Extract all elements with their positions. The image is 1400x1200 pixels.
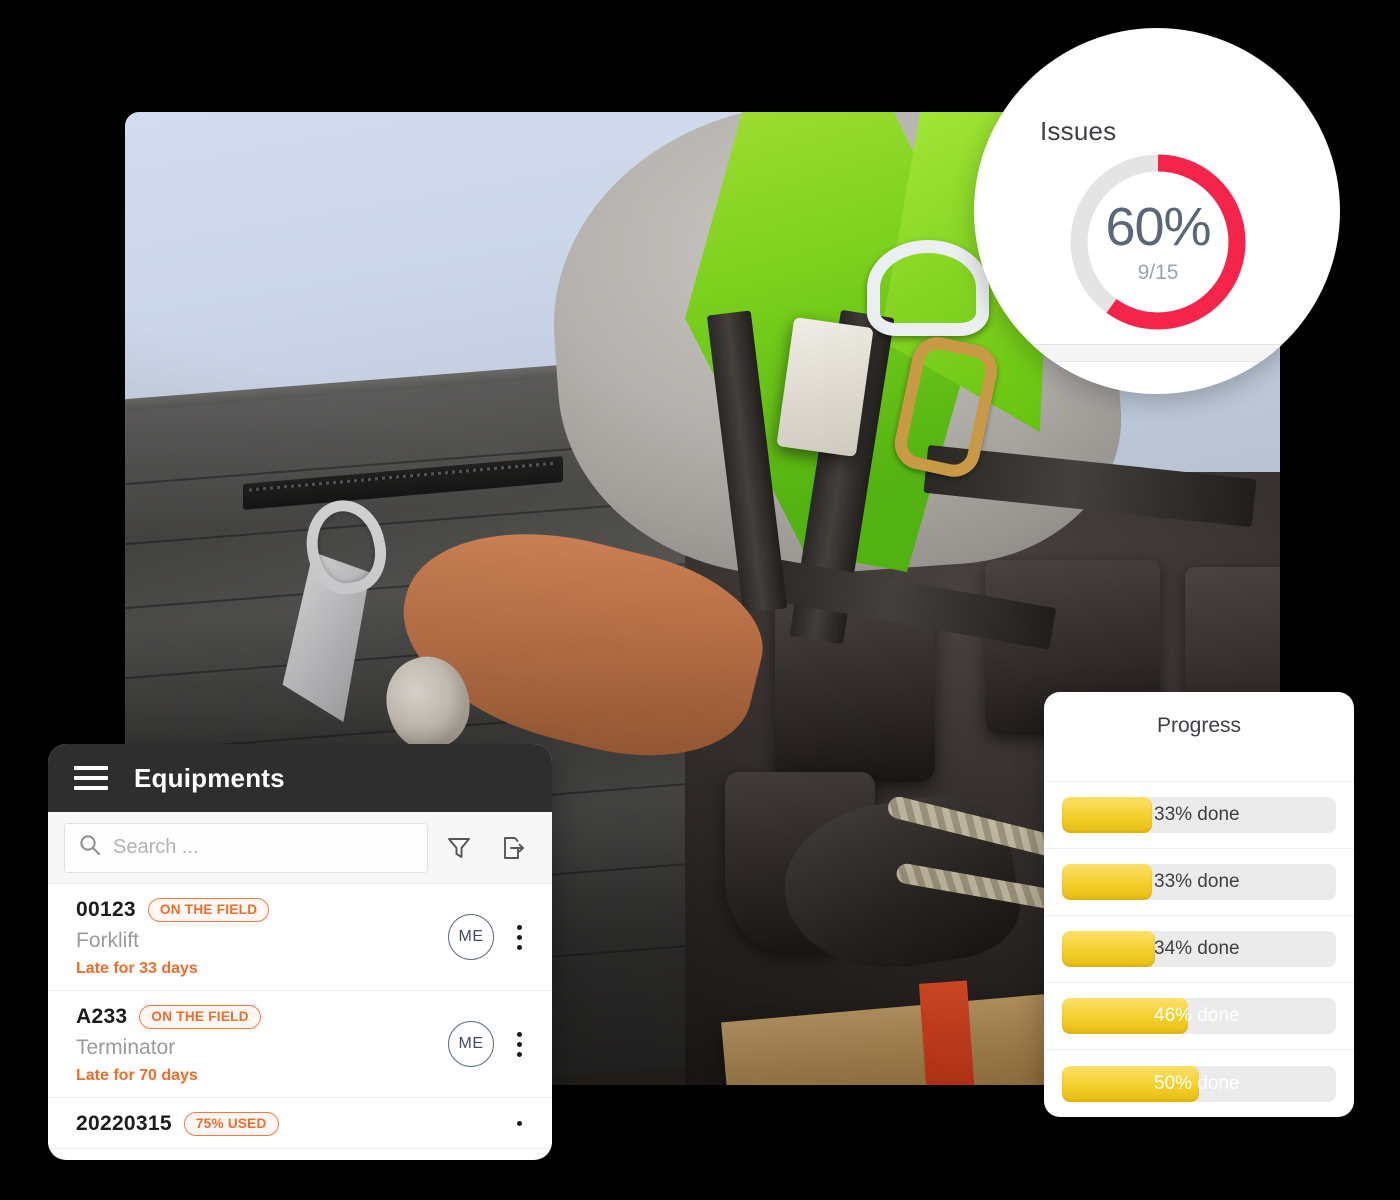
row-options-menu-icon[interactable] xyxy=(508,1108,530,1138)
equipment-row-actions xyxy=(508,1108,530,1138)
equipment-list-item[interactable]: 20220315 75% USED xyxy=(48,1098,552,1149)
progress-bar-track: 50% done xyxy=(1062,1065,1336,1102)
progress-widget: Progress 33% done 33% done 34% done 46% don… xyxy=(1044,692,1354,1117)
progress-header: Progress xyxy=(1044,692,1354,782)
progress-rows: 33% done 33% done 34% done 46% done 50% done xyxy=(1044,782,1354,1117)
progress-bar-track: 34% done xyxy=(1062,931,1336,967)
row-options-menu-icon[interactable] xyxy=(508,1029,530,1059)
search-icon xyxy=(79,834,101,861)
equipment-id: 00123 xyxy=(76,898,136,921)
equipments-list: 00123 ON THE FIELD Forklift Late for 33 day… xyxy=(48,884,552,1149)
progress-bar-fill xyxy=(1062,797,1153,833)
equipment-status: Late for 33 days xyxy=(76,960,198,977)
progress-bar-label: 34% done xyxy=(1154,938,1240,959)
equipment-status: Late for 70 days xyxy=(76,1067,198,1084)
equipment-id: 20220315 xyxy=(76,1112,172,1135)
status-badge: ON THE FIELD xyxy=(147,898,270,922)
progress-bar-label: 33% done xyxy=(1154,871,1240,892)
progress-row: 50% done xyxy=(1044,1050,1354,1117)
hamburger-menu-icon[interactable] xyxy=(74,766,108,790)
search-input[interactable]: Search ... xyxy=(64,822,428,873)
search-placeholder: Search ... xyxy=(113,836,199,858)
equipment-row-header: 20220315 75% USED xyxy=(76,1112,526,1136)
widget-divider-strip-notch xyxy=(1262,360,1321,386)
equipment-list-item[interactable]: A233 ON THE FIELD Terminator Late for 70 da… xyxy=(48,991,552,1098)
equipments-header: Equipments xyxy=(48,744,552,812)
issues-donut-center: 60% 9/15 xyxy=(1062,146,1254,338)
progress-row: 34% done xyxy=(1044,916,1354,983)
status-badge: ON THE FIELD xyxy=(139,1005,261,1029)
library-books-icon[interactable] xyxy=(1062,389,1092,394)
issues-percent-label: 60% xyxy=(1105,196,1211,257)
equipment-row-actions: ME xyxy=(448,1021,530,1067)
progress-row: 33% done xyxy=(1044,849,1354,916)
harness-d-ring xyxy=(867,240,989,336)
row-options-menu-icon[interactable] xyxy=(508,922,530,952)
progress-bar-track: 46% done xyxy=(1062,998,1336,1034)
progress-bar-fill xyxy=(1062,931,1156,967)
issues-donut-chart: 60% 9/15 xyxy=(1062,146,1254,338)
filter-icon[interactable] xyxy=(436,825,482,871)
progress-bar-fill xyxy=(1062,864,1153,900)
equipments-toolbar: Search ... xyxy=(48,812,552,884)
progress-row: 46% done xyxy=(1044,983,1354,1050)
progress-title: Progress xyxy=(1156,714,1242,737)
issues-widget: Issues 60% 9/15 xyxy=(974,28,1340,394)
progress-row: 33% done xyxy=(1044,782,1354,849)
help-location-pin-icon[interactable] xyxy=(1232,389,1262,394)
progress-bar-label: 46% done xyxy=(1154,1005,1240,1026)
export-icon[interactable] xyxy=(490,825,536,871)
issues-fraction-label: 9/15 xyxy=(1137,260,1179,284)
equipment-row-actions: ME xyxy=(448,914,530,960)
progress-bar-track: 33% done xyxy=(1062,797,1336,833)
progress-bar-track: 33% done xyxy=(1062,864,1336,900)
equipment-list-item[interactable]: 00123 ON THE FIELD Forklift Late for 33 day… xyxy=(48,884,552,991)
equipments-title: Equipments xyxy=(134,762,285,793)
avatar[interactable]: ME xyxy=(448,1021,494,1067)
barcode-scan-icon[interactable] xyxy=(1119,389,1149,394)
avatar[interactable]: ME xyxy=(448,914,494,960)
issues-icon-row xyxy=(1062,384,1262,394)
equipment-id: A233 xyxy=(76,1005,128,1028)
warning-triangle-icon[interactable] xyxy=(1175,389,1205,394)
status-badge: 75% USED xyxy=(183,1112,279,1136)
issues-title: Issues xyxy=(1040,116,1117,146)
equipments-panel: Equipments Search ... 00123 ON THE FIELD… xyxy=(48,744,552,1160)
progress-bar-label: 33% done xyxy=(1154,804,1240,825)
progress-bar-label: 50% done xyxy=(1154,1072,1240,1094)
